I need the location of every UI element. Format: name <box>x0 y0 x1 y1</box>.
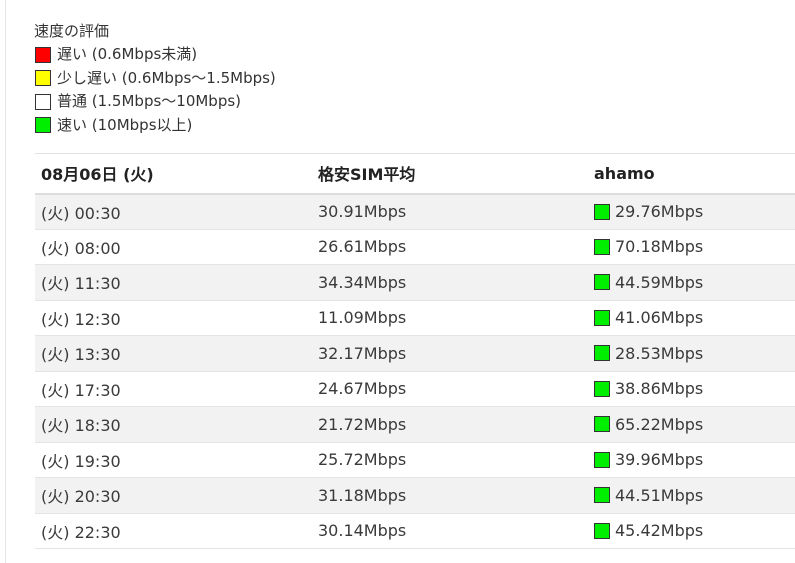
ahamo-speed-cell: 45.42Mbps <box>588 513 795 549</box>
table-row: (火) 13:30 32.17Mbps 28.53Mbps <box>35 335 795 372</box>
ahamo-speed-cell: 65.22Mbps <box>588 407 795 443</box>
header-date: 08月06日 (火) <box>41 165 154 185</box>
time-cell: (火) 18:30 <box>41 416 121 436</box>
ahamo-speed-cell: 38.86Mbps <box>588 371 795 407</box>
speed-rating-icon <box>594 274 610 291</box>
legend-label: 速い (10Mbps以上) <box>57 115 193 134</box>
slow-swatch-icon <box>35 47 51 64</box>
table-row: (火) 18:30 21.72Mbps 65.22Mbps <box>35 406 795 443</box>
speed-rating-icon <box>594 345 610 362</box>
table-row: (火) 00:30 30.91Mbps 29.76Mbps <box>35 193 795 230</box>
average-speed-cell: 34.34Mbps <box>318 272 407 292</box>
somewhat-slow-swatch-icon <box>35 70 51 87</box>
ahamo-speed-cell: 28.53Mbps <box>588 336 795 372</box>
ahamo-speed-wrapper: 28.53Mbps <box>594 344 795 363</box>
page: 速度の評価 遅い (0.6Mbps未満) 少し遅い (0.6Mbps〜1.5Mb… <box>0 0 795 563</box>
average-speed-cell: 31.18Mbps <box>318 485 407 505</box>
legend-item-slow: 遅い (0.6Mbps未満) <box>34 43 276 66</box>
ahamo-speed-wrapper: 45.42Mbps <box>594 521 795 540</box>
legend-label: 遅い (0.6Mbps未満) <box>57 45 198 64</box>
time-cell: (火) 13:30 <box>41 345 121 365</box>
ahamo-speed-value: 65.22Mbps <box>615 414 704 434</box>
table-header-row: 08月06日 (火) 格安SIM平均 ahamo <box>35 153 795 194</box>
speed-rating-icon <box>594 309 610 326</box>
ahamo-speed-value: 38.86Mbps <box>615 379 704 399</box>
table-row: (火) 08:00 26.61Mbps 70.18Mbps <box>35 229 795 265</box>
legend-label: 普通 (1.5Mbps〜10Mbps) <box>57 92 242 111</box>
legend-item-somewhat-slow: 少し遅い (0.6Mbps〜1.5Mbps) <box>34 67 276 90</box>
ahamo-speed-cell: 70.18Mbps <box>588 229 795 265</box>
ahamo-speed-cell: 44.51Mbps <box>588 478 795 514</box>
legend-item-normal: 普通 (1.5Mbps〜10Mbps) <box>34 90 276 113</box>
time-cell: (火) 00:30 <box>41 203 121 223</box>
legend-title: 速度の評価 <box>34 22 110 40</box>
ahamo-speed-value: 45.42Mbps <box>615 521 704 541</box>
ahamo-speed-value: 70.18Mbps <box>615 237 704 257</box>
average-speed-cell: 32.17Mbps <box>318 343 407 363</box>
speed-rating-icon <box>594 380 610 397</box>
ahamo-speed-value: 39.96Mbps <box>615 450 704 470</box>
speed-rating-icon <box>594 522 610 539</box>
legend-label: 少し遅い (0.6Mbps〜1.5Mbps) <box>57 68 276 87</box>
ahamo-speed-cell: 39.96Mbps <box>588 442 795 478</box>
ahamo-speed-value: 29.76Mbps <box>615 202 704 221</box>
time-cell: (火) 08:00 <box>41 238 121 258</box>
time-cell: (火) 22:30 <box>41 522 121 542</box>
speed-rating-icon <box>594 203 610 220</box>
speed-rating-icon <box>594 451 610 468</box>
ahamo-speed-wrapper: 29.76Mbps <box>594 202 795 221</box>
table-row: (火) 17:30 24.67Mbps 38.86Mbps <box>35 371 795 407</box>
normal-swatch-icon <box>35 93 51 110</box>
left-divider <box>5 0 6 563</box>
time-cell: (火) 20:30 <box>41 487 121 507</box>
fast-swatch-icon <box>35 117 51 134</box>
time-cell: (火) 17:30 <box>41 380 121 400</box>
speed-rating-icon <box>594 238 610 255</box>
ahamo-speed-wrapper: 65.22Mbps <box>594 415 795 434</box>
speed-table: 08月06日 (火) 格安SIM平均 ahamo (火) 00:30 30.91M… <box>35 153 795 549</box>
table-row: (火) 19:30 25.72Mbps 39.96Mbps <box>35 442 795 478</box>
table-row: (火) 22:30 30.14Mbps 45.42Mbps <box>35 513 795 549</box>
ahamo-speed-wrapper: 70.18Mbps <box>594 237 795 256</box>
ahamo-speed-cell: 44.59Mbps <box>588 265 795 301</box>
average-speed-cell: 30.14Mbps <box>318 521 407 541</box>
time-cell: (火) 19:30 <box>41 451 121 471</box>
average-speed-cell: 21.72Mbps <box>318 414 407 434</box>
ahamo-speed-wrapper: 38.86Mbps <box>594 379 795 398</box>
speed-legend: 速度の評価 遅い (0.6Mbps未満) 少し遅い (0.6Mbps〜1.5Mb… <box>34 20 276 137</box>
ahamo-speed-value: 28.53Mbps <box>615 343 704 363</box>
ahamo-speed-wrapper: 44.51Mbps <box>594 486 795 505</box>
header-mvno-average: 格安SIM平均 <box>318 165 416 185</box>
ahamo-speed-wrapper: 41.06Mbps <box>594 308 795 327</box>
header-ahamo: ahamo <box>594 163 655 183</box>
ahamo-speed-value: 41.06Mbps <box>615 308 704 328</box>
table-body: (火) 00:30 30.91Mbps 29.76Mbps (火) 08:00 26.6… <box>35 193 795 549</box>
time-cell: (火) 12:30 <box>41 309 121 329</box>
speed-rating-icon <box>594 487 610 504</box>
ahamo-speed-cell: 41.06Mbps <box>588 300 795 336</box>
ahamo-speed-cell: 29.76Mbps <box>588 194 795 230</box>
average-speed-cell: 24.67Mbps <box>318 379 407 399</box>
average-speed-cell: 30.91Mbps <box>318 202 407 221</box>
ahamo-speed-value: 44.59Mbps <box>615 272 704 292</box>
average-speed-cell: 26.61Mbps <box>318 237 407 257</box>
average-speed-cell: 11.09Mbps <box>318 308 407 328</box>
time-cell: (火) 11:30 <box>41 274 121 294</box>
table-row: (火) 12:30 11.09Mbps 41.06Mbps <box>35 300 795 336</box>
average-speed-cell: 25.72Mbps <box>318 450 407 470</box>
ahamo-speed-wrapper: 44.59Mbps <box>594 273 795 292</box>
speed-rating-icon <box>594 416 610 433</box>
speed-table-container: 08月06日 (火) 格安SIM平均 ahamo (火) 00:30 30.91M… <box>35 153 795 549</box>
ahamo-speed-value: 44.51Mbps <box>615 485 704 505</box>
table-row: (火) 11:30 34.34Mbps 44.59Mbps <box>35 264 795 301</box>
table-row: (火) 20:30 31.18Mbps 44.51Mbps <box>35 477 795 514</box>
legend-item-fast: 速い (10Mbps以上) <box>34 114 276 137</box>
ahamo-speed-wrapper: 39.96Mbps <box>594 450 795 469</box>
